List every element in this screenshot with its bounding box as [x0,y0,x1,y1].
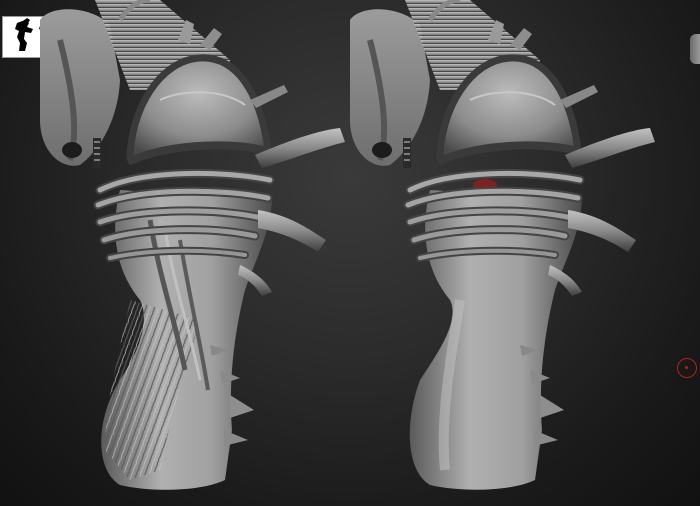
smoothed-sculpt-model[interactable] [350,0,655,490]
brush-circle-icon[interactable] [677,358,697,378]
detailed-sculpt-model[interactable] [40,0,345,490]
sculpt-scene [40,0,655,490]
sculpt-viewport[interactable] [0,0,700,506]
